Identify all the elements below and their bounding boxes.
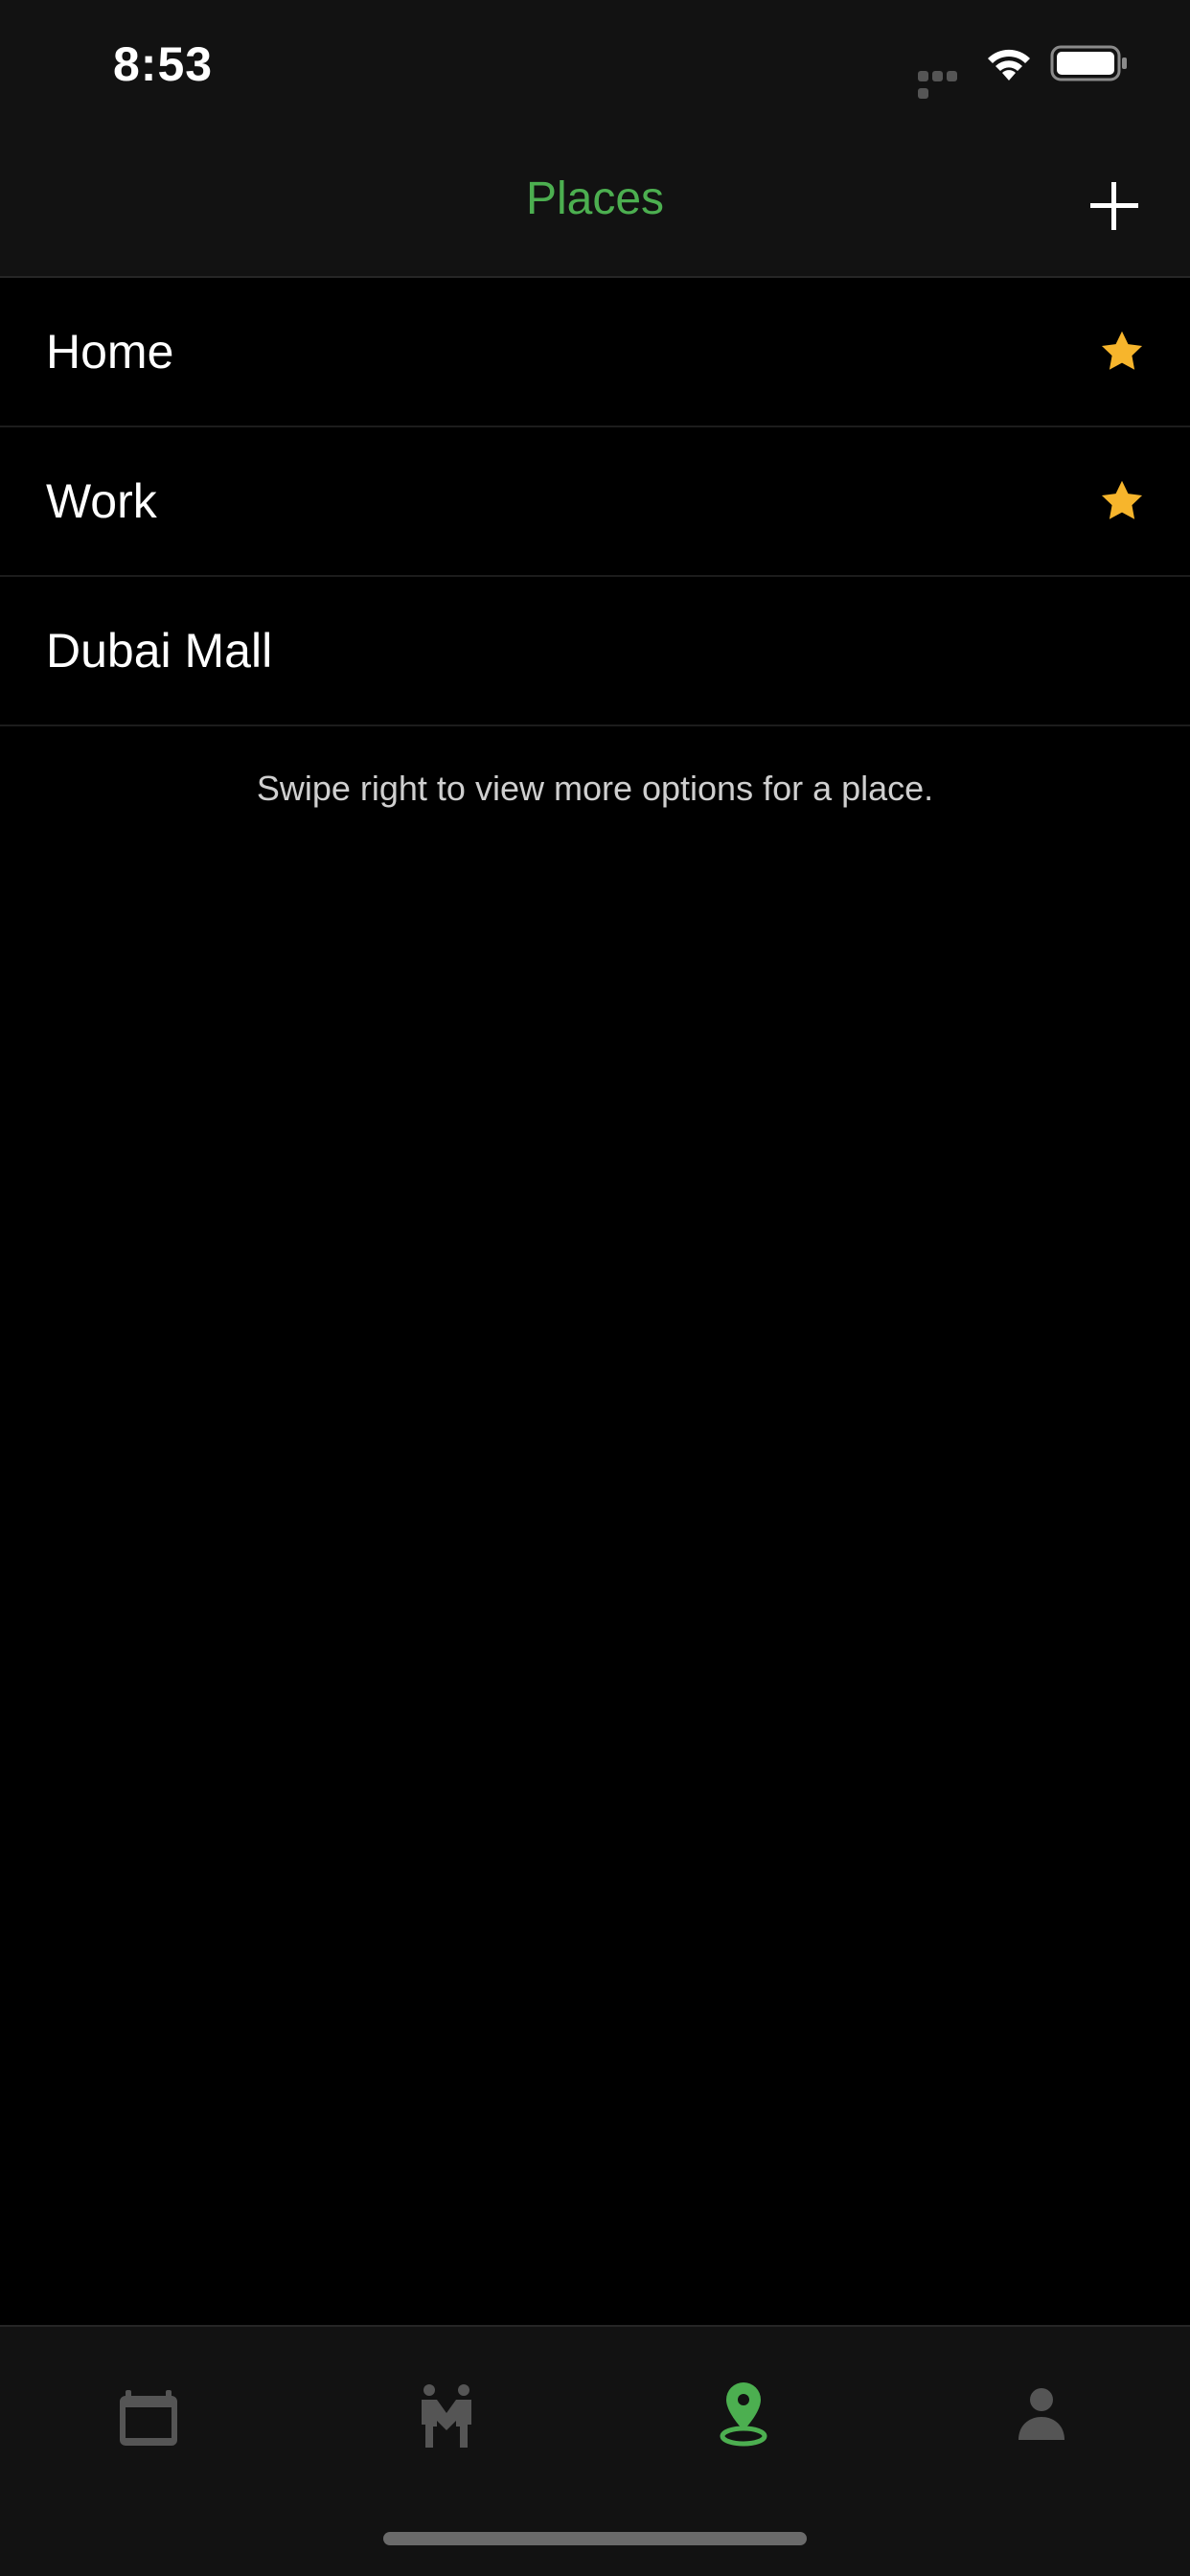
place-name: Work [46,474,157,528]
plus-icon [1090,182,1138,230]
page-title: Places [525,173,665,224]
tab-people[interactable] [408,2377,485,2453]
location-pin-icon [720,2382,767,2447]
home-indicator[interactable] [383,2532,807,2545]
tab-calendar[interactable] [110,2377,187,2453]
navigation-bar: Places [0,134,1190,278]
places-screen: 8:53 Places Home Work Dubai Mall Swipe r… [0,0,1190,2576]
place-name: Dubai Mall [46,624,273,678]
place-row-home[interactable]: Home [0,278,1190,427]
favorite-star-icon[interactable] [1098,328,1146,376]
add-place-button[interactable] [1083,174,1146,238]
status-time: 8:53 [113,37,214,91]
favorite-star-icon[interactable] [1098,477,1146,525]
battery-icon [1050,45,1127,81]
tab-places[interactable] [705,2377,782,2453]
tab-profile[interactable] [1003,2377,1080,2453]
people-icon [422,2384,471,2448]
tab-bar [0,2325,1190,2576]
cellular-signal-icon [918,69,973,99]
status-bar: 8:53 [0,0,1190,134]
calendar-icon [120,2390,177,2446]
place-name: Home [46,325,174,379]
place-row-work[interactable]: Work [0,427,1190,577]
wifi-icon [988,49,1030,80]
swipe-hint-text: Swipe right to view more options for a p… [256,769,934,808]
place-row-dubai-mall[interactable]: Dubai Mall [0,577,1190,726]
places-list: Home Work Dubai Mall [0,278,1190,726]
person-icon [1018,2388,1064,2440]
